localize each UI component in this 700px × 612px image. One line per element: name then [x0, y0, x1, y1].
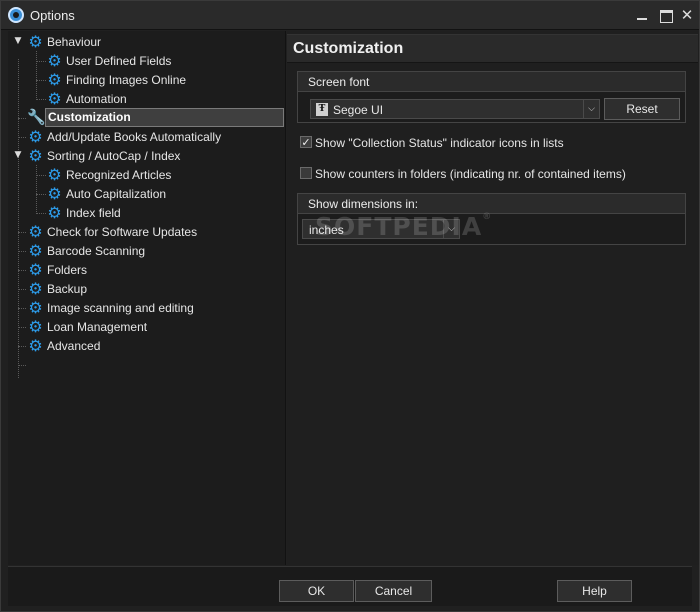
tree-item-label: Automation	[66, 92, 127, 106]
tree-item-label: User Defined Fields	[66, 54, 172, 68]
tree-item-auto-capitalization[interactable]: ⚙ Auto Capitalization	[8, 184, 285, 203]
dialog-footer: OK Cancel Help	[8, 566, 692, 606]
gear-icon: ⚙	[28, 241, 43, 260]
tree-item-label: Add/Update Books Automatically	[47, 130, 222, 144]
screen-font-group: Screen font Ŧ Segoe UI ⌵ Reset	[297, 71, 686, 123]
tree-item-label: Advanced	[47, 339, 101, 353]
dimensions-select[interactable]: inches ⌵	[302, 219, 460, 239]
chevron-down-icon[interactable]: ⌵	[443, 220, 459, 238]
screen-font-value: Segoe UI	[333, 103, 384, 117]
gear-icon: ⚙	[28, 146, 43, 165]
tree-item-add-update-books[interactable]: ⚙ Add/Update Books Automatically	[8, 127, 285, 146]
tree-item-automation[interactable]: ⚙ Automation	[8, 89, 285, 108]
counters-label: Show counters in folders (indicating nr.…	[315, 167, 626, 181]
tree-item-label: Check for Software Updates	[47, 225, 198, 239]
reset-button[interactable]: Reset	[604, 98, 680, 120]
gear-icon: ⚙	[28, 127, 43, 146]
tree-item-recognized-articles[interactable]: ⚙ Recognized Articles	[8, 165, 285, 184]
close-icon[interactable]: ✕	[679, 7, 695, 23]
tree-item-sorting-autocap-index[interactable]: ▼ ⚙ Sorting / AutoCap / Index	[8, 146, 285, 165]
gear-icon: ⚙	[28, 222, 43, 241]
gear-icon: ⚙	[28, 336, 43, 355]
tree-item-label: Recognized Articles	[66, 168, 172, 182]
tree-item-label: Customization	[45, 108, 284, 127]
font-icon: Ŧ	[316, 103, 328, 116]
help-button[interactable]: Help	[557, 580, 632, 602]
tree-item-user-defined-fields[interactable]: ⚙ User Defined Fields	[8, 51, 285, 70]
gear-icon: ⚙	[47, 51, 62, 70]
app-logo-icon	[8, 7, 24, 23]
tree-item-check-software-updates[interactable]: ⚙ Check for Software Updates	[8, 222, 285, 241]
screen-font-group-title: Screen font	[298, 72, 685, 92]
counters-checkbox[interactable]	[300, 167, 312, 179]
maximize-icon[interactable]	[658, 7, 674, 23]
tree-item-label: Sorting / AutoCap / Index	[47, 149, 181, 163]
screen-font-select[interactable]: Ŧ Segoe UI ⌵	[310, 99, 600, 119]
ok-button[interactable]: OK	[279, 580, 354, 602]
wrench-icon: 🔧	[27, 108, 46, 126]
gear-icon: ⚙	[28, 260, 43, 279]
gear-icon: ⚙	[28, 298, 43, 317]
cancel-button[interactable]: Cancel	[355, 580, 432, 602]
tree-item-index-field[interactable]: ⚙ Index field	[8, 203, 285, 222]
tree-item-label: Finding Images Online	[66, 73, 187, 87]
gear-icon: ⚙	[28, 32, 43, 51]
gear-icon: ⚙	[47, 70, 62, 89]
expand-arrow-icon[interactable]: ▼	[13, 150, 23, 160]
tree-item-label: Folders	[47, 263, 88, 277]
tree-item-label: Index field	[66, 206, 121, 220]
customization-panel: Customization Screen font Ŧ Segoe UI ⌵ R…	[287, 31, 699, 565]
chevron-down-icon[interactable]: ⌵	[583, 100, 599, 118]
tree-item-backup[interactable]: ⚙ Backup	[8, 279, 285, 298]
tree-item-label: Behaviour	[47, 35, 102, 49]
tree-item-label: Loan Management	[47, 320, 148, 334]
tree-item-barcode-scanning[interactable]: ⚙ Barcode Scanning	[8, 241, 285, 260]
options-tree[interactable]: ▼ ⚙ Behaviour ⚙ User Defined Fields ⚙ Fi…	[8, 31, 286, 565]
tree-item-behaviour[interactable]: ▼ ⚙ Behaviour	[8, 32, 285, 51]
gear-icon: ⚙	[47, 184, 62, 203]
dimensions-group: Show dimensions in: inches ⌵	[297, 193, 686, 245]
tree-item-customization[interactable]: 🔧 Customization	[8, 108, 285, 127]
tree-item-label: Image scanning and editing	[47, 301, 194, 315]
tree-item-image-scanning[interactable]: ⚙ Image scanning and editing	[8, 298, 285, 317]
gear-icon: ⚙	[47, 203, 62, 222]
title-bar[interactable]: Options ✕	[1, 1, 699, 30]
panel-title: Customization	[287, 34, 698, 63]
collection-status-label: Show "Collection Status" indicator icons…	[315, 136, 564, 150]
options-window: Options ✕ ▼ ⚙ Behaviour ⚙ User Defined F…	[0, 0, 700, 612]
collection-status-checkbox[interactable]: ✓	[300, 136, 312, 148]
tree-item-label: Barcode Scanning	[47, 244, 146, 258]
tree-item-loan-management[interactable]: ⚙ Loan Management	[8, 317, 285, 336]
tree-item-label: Auto Capitalization	[66, 187, 167, 201]
gear-icon: ⚙	[47, 165, 62, 184]
window-title: Options	[30, 8, 75, 23]
tree-item-label: Backup	[47, 282, 88, 296]
tree-item-finding-images-online[interactable]: ⚙ Finding Images Online	[8, 70, 285, 89]
gear-icon: ⚙	[28, 279, 43, 298]
gear-icon: ⚙	[28, 317, 43, 336]
dimensions-value: inches	[309, 223, 344, 237]
dimensions-group-title: Show dimensions in:	[298, 194, 685, 214]
tree-item-advanced[interactable]: ⚙ Advanced	[8, 336, 285, 355]
tree-connector	[18, 365, 26, 366]
minimize-icon[interactable]	[634, 7, 650, 23]
tree-item-folders[interactable]: ⚙ Folders	[8, 260, 285, 279]
expand-arrow-icon[interactable]: ▼	[13, 36, 23, 46]
gear-icon: ⚙	[47, 89, 62, 108]
